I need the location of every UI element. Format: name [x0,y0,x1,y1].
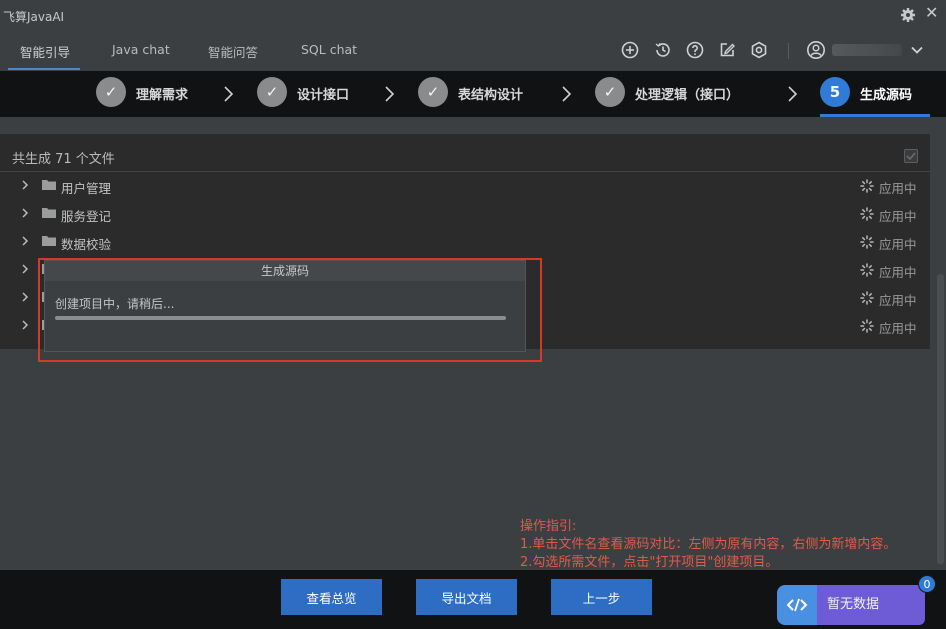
loading-spinner-icon [860,291,874,305]
history-icon[interactable] [654,41,672,59]
loading-spinner-icon [860,179,874,193]
toolbar-divider [788,43,789,59]
code-icon[interactable] [777,585,817,625]
notification-badge: 0 [918,575,936,593]
bottom-bar: 查看总览 导出文档 上一步 暂无数据 0 [0,570,946,629]
code-brackets-icon [786,598,808,612]
step-number-badge: 5 [820,77,850,107]
scrollbar-thumb[interactable] [937,274,944,564]
folder-icon [42,208,56,218]
export-doc-button[interactable]: 导出文档 [416,579,517,615]
step-done-check-icon: ✓ [96,77,126,107]
gear-icon[interactable] [900,7,916,23]
chevron-right-icon[interactable] [20,179,30,191]
chevron-right-icon[interactable] [20,263,30,275]
title-bar: 飞算JavaAI ✕ [0,0,946,31]
close-icon[interactable]: ✕ [925,5,938,21]
chevron-down-icon[interactable] [910,43,924,57]
loading-spinner-icon [860,235,874,249]
chevron-right-icon[interactable] [20,291,30,303]
folder-name[interactable]: 服务登记 [61,206,111,225]
operation-guide: 操作指引: 1.单击文件名查看源码对比：左侧为原有内容，右侧为新增内容。 2.勾… [520,518,930,572]
select-all-checkbox[interactable] [904,149,918,163]
tab-smart-qa[interactable]: 智能问答 [208,42,258,61]
step-understand-requirements[interactable]: 理解需求 [136,84,188,103]
chevron-right-icon [385,86,395,102]
tab-bar: 智能引导 Java chat 智能问答 SQL chat [0,31,946,71]
user-name-blurred [832,44,902,56]
settings-hex-icon[interactable] [750,41,768,59]
assistant-label[interactable]: 暂无数据 [817,585,925,625]
apply-status: 应用中 [879,265,917,280]
guide-line-1: 1.单击文件名查看源码对比：左侧为原有内容，右侧为新增内容。 [520,537,897,552]
tree-row[interactable]: 用户管理 应用中 [0,172,930,200]
apply-status: 应用中 [879,293,917,308]
apply-status: 应用中 [879,181,917,196]
step-process-logic[interactable]: 处理逻辑（接口） [635,84,739,103]
chevron-right-icon[interactable] [20,235,30,247]
apply-status: 应用中 [879,321,917,336]
active-tab-indicator [8,68,80,70]
tab-smart-guide[interactable]: 智能引导 [20,42,70,61]
step-generate-source[interactable]: 生成源码 [860,84,912,103]
tab-java-chat[interactable]: Java chat [112,42,170,57]
tab-sql-chat[interactable]: SQL chat [301,42,357,57]
check-icon [906,152,916,161]
loading-spinner-icon [860,207,874,221]
plus-circle-icon[interactable] [621,41,639,59]
step-done-check-icon: ✓ [257,77,287,107]
step-done-check-icon: ✓ [595,77,625,107]
chevron-right-icon [224,86,234,102]
tree-row[interactable]: 服务登记 应用中 [0,200,930,228]
loading-spinner-icon [860,263,874,277]
loading-spinner-icon [860,319,874,333]
chevron-right-icon [562,86,572,102]
progress-steps: ✓ 理解需求 ✓ 设计接口 ✓ 表结构设计 ✓ 处理逻辑（接口） 5 生成源码 [0,71,946,117]
folder-name[interactable]: 数据校验 [61,234,111,253]
chevron-right-icon[interactable] [20,207,30,219]
chevron-right-icon[interactable] [20,319,30,331]
edit-icon[interactable] [718,41,736,59]
window-title: 飞算JavaAI [3,10,65,24]
step-table-design[interactable]: 表结构设计 [458,84,523,103]
guide-title: 操作指引: [520,519,577,534]
step-done-check-icon: ✓ [418,77,448,107]
step-design-interface[interactable]: 设计接口 [297,84,349,103]
view-overview-button[interactable]: 查看总览 [281,579,382,615]
file-count-summary: 共生成 71 个文件 [12,152,115,167]
assistant-widget[interactable]: 暂无数据 0 [777,575,936,625]
panel-header: 共生成 71 个文件 [0,134,930,172]
folder-icon [42,180,56,190]
help-icon[interactable] [686,41,704,59]
highlight-box [38,258,542,362]
chevron-right-icon [788,86,798,102]
apply-status: 应用中 [879,209,917,224]
tree-row[interactable]: 数据校验 应用中 [0,228,930,256]
apply-status: 应用中 [879,237,917,252]
previous-step-button[interactable]: 上一步 [551,579,652,615]
user-avatar-icon[interactable] [806,40,826,60]
folder-name[interactable]: 用户管理 [61,178,111,197]
folder-icon [42,236,56,246]
